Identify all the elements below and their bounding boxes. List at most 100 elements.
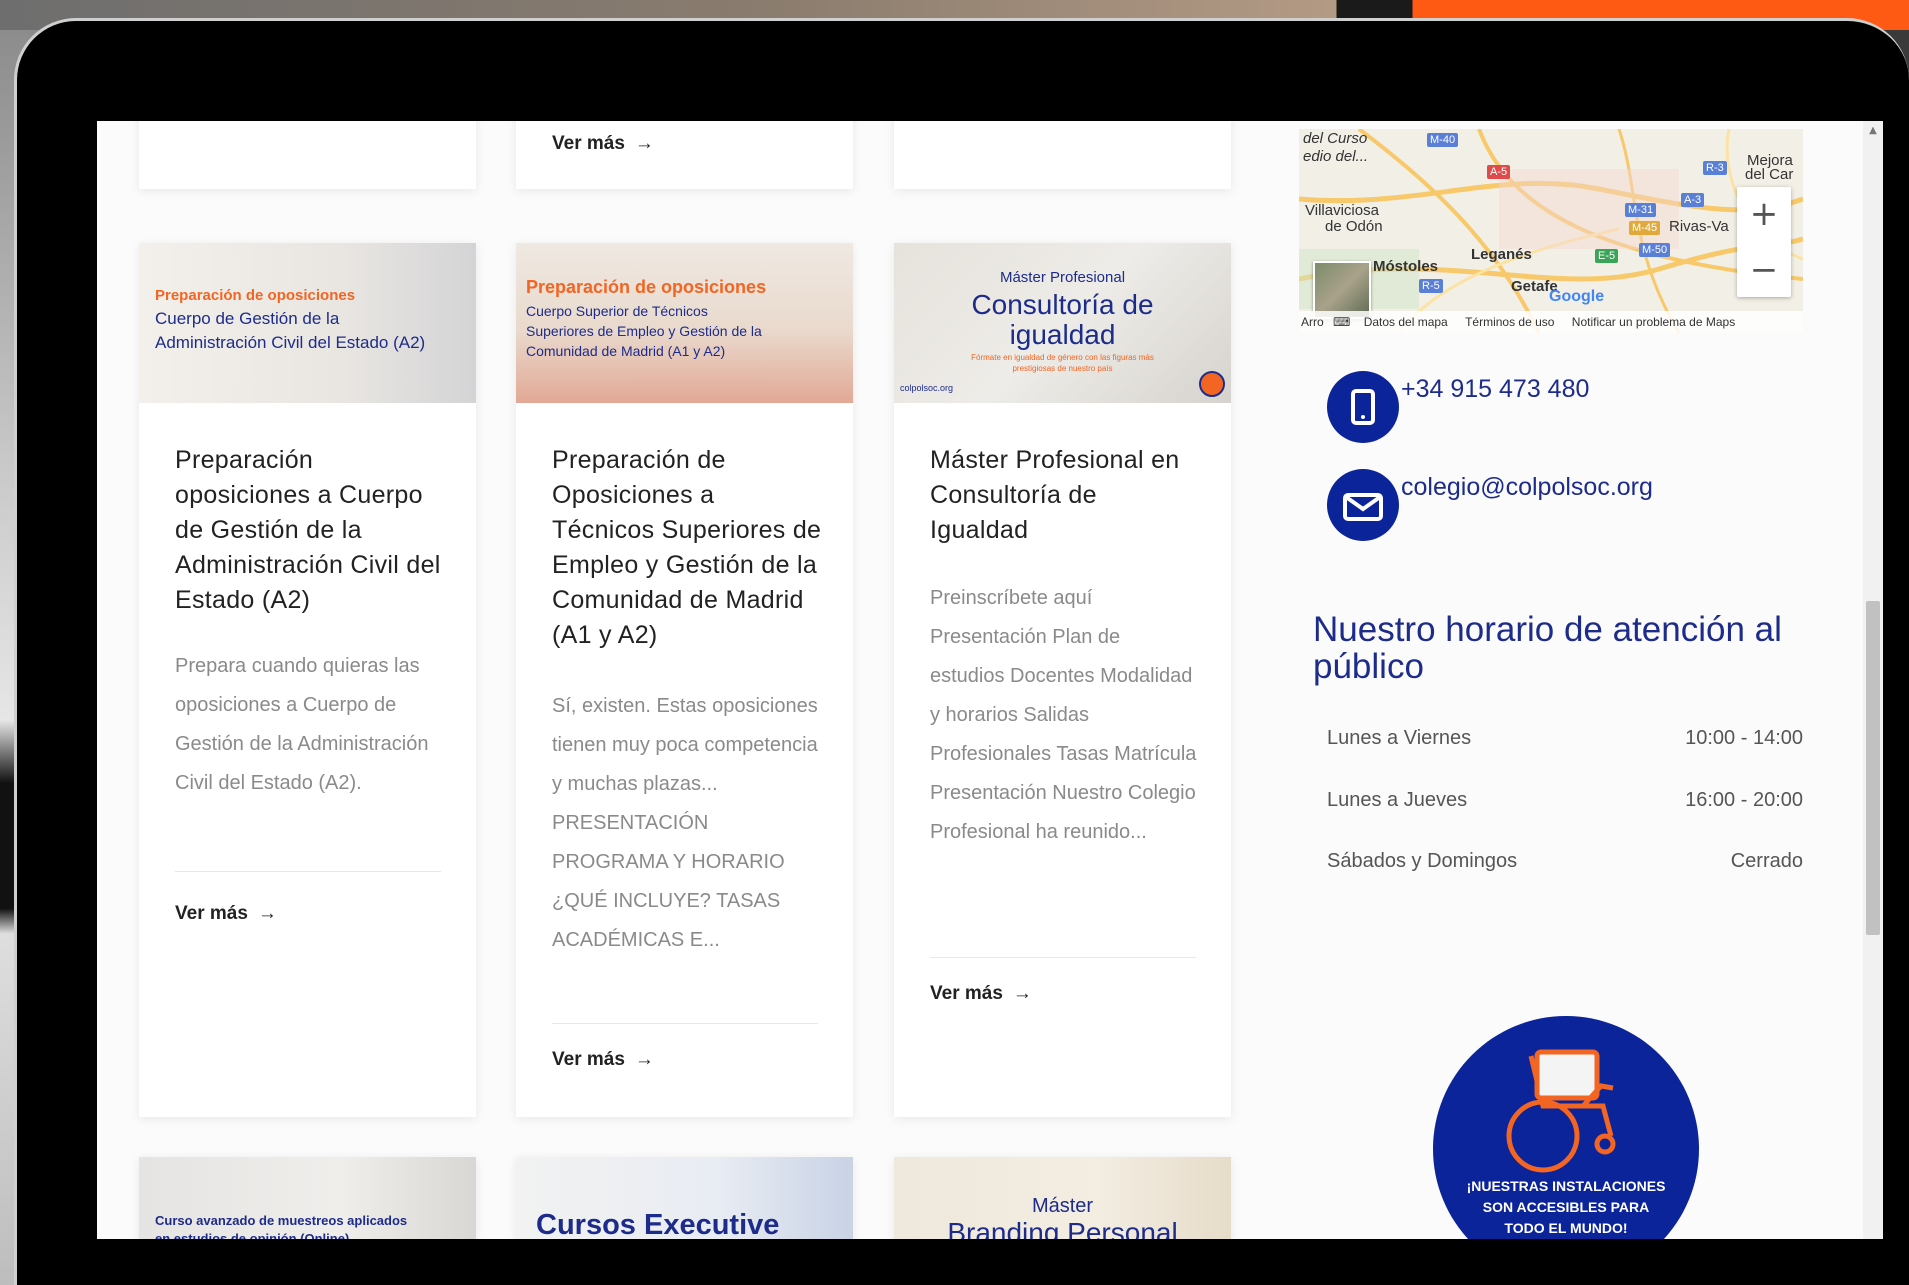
- card-top-2-vermas-link[interactable]: Ver más →: [552, 133, 654, 155]
- course-card-3-vermas-link[interactable]: Ver más →: [930, 983, 1032, 1005]
- map-place-label: Villaviciosa: [1305, 202, 1379, 219]
- accessibility-line: SON ACCESIBLES PARA: [1482, 1199, 1650, 1215]
- course-card-2[interactable]: Preparación de oposiciones Cuerpo Superi…: [516, 243, 853, 1117]
- image-heading: Consultoría de: [971, 289, 1154, 320]
- road-badge: M-40: [1427, 133, 1459, 147]
- scroll-up-arrow-icon[interactable]: ▲: [1863, 121, 1883, 141]
- zoom-out-button[interactable]: −: [1737, 243, 1791, 297]
- course-card-1-image[interactable]: Preparación de oposiciones Cuerpo de Ges…: [139, 243, 476, 403]
- course-card-1[interactable]: Preparación de oposiciones Cuerpo de Ges…: [139, 243, 476, 1117]
- road-badge: M-50: [1639, 243, 1671, 257]
- accessibility-line: TODO EL MUNDO!: [1504, 1220, 1628, 1236]
- course-card-5[interactable]: Cursos Executive: [516, 1157, 853, 1239]
- road-badge: E-5: [1595, 249, 1619, 263]
- image-heading: Curso avanzado de muestreos aplicados: [155, 1213, 408, 1228]
- schedule-heading: Nuestro horario de atención al público: [1313, 610, 1782, 686]
- keyboard-icon[interactable]: ⌨: [1333, 315, 1350, 329]
- accessibility-line: ¡NUESTRAS INSTALACIONES: [1466, 1178, 1666, 1194]
- zoom-in-button[interactable]: +: [1737, 187, 1791, 241]
- divider: [175, 871, 441, 872]
- course-card-4[interactable]: Curso avanzado de muestreos aplicados en…: [139, 1157, 476, 1239]
- phone-link[interactable]: +34 915 473 480: [1401, 375, 1589, 404]
- vermas-label: Ver más: [552, 133, 625, 154]
- map-place-label: de Odón: [1325, 218, 1383, 235]
- image-subtext: Máster: [1031, 1195, 1094, 1217]
- map-zoom-controls: + −: [1737, 187, 1791, 297]
- image-subtext: Máster Profesional: [999, 269, 1126, 286]
- course-card-3[interactable]: Máster Profesional Consultoría de iguald…: [894, 243, 1231, 1117]
- course-card-3-excerpt: Preinscríbete aquí Presentación Plan de …: [930, 587, 1197, 843]
- arrow-right-icon: →: [634, 133, 654, 154]
- google-logo: Google: [1549, 288, 1605, 305]
- course-card-2-image[interactable]: Preparación de oposiciones Cuerpo Superi…: [516, 243, 853, 403]
- schedule-row: Lunes a Viernes 10:00 - 14:00: [1327, 727, 1803, 750]
- course-card-6[interactable]: Máster Branding Personal: [894, 1157, 1231, 1239]
- email-icon: [1327, 469, 1399, 541]
- image-subtext: Cuerpo Superior de Técnicos: [526, 303, 708, 319]
- arrow-right-icon: →: [257, 903, 277, 924]
- accessibility-badge: ¡NUESTRAS INSTALACIONES SON ACCESIBLES P…: [1433, 1016, 1699, 1239]
- map-footer: Arro ⌨ Datos del mapa Términos de uso No…: [1299, 311, 1803, 333]
- image-subtext: en estudios de opinión (Online): [155, 1231, 350, 1239]
- map-place-label: Rivas-Va: [1669, 218, 1729, 235]
- schedule-day: Sábados y Domingos: [1327, 850, 1518, 872]
- arrow-right-icon: →: [1012, 983, 1032, 1004]
- image-subtext: Cuerpo de Gestión de la: [155, 309, 340, 328]
- schedule-row: Sábados y Domingos Cerrado: [1327, 850, 1803, 873]
- course-card-3-image[interactable]: Máster Profesional Consultoría de iguald…: [894, 243, 1231, 403]
- image-tagline: Fórmate en igualdad de género con las fi…: [971, 353, 1154, 362]
- course-card-2-excerpt: Sí, existen. Estas oposiciones tienen mu…: [552, 695, 818, 951]
- image-heading: Cursos Executive: [536, 1209, 780, 1239]
- map-place-label: del Car: [1745, 166, 1794, 183]
- road-badge: R-5: [1419, 279, 1443, 293]
- schedule-day: Lunes a Viernes: [1327, 727, 1472, 749]
- schedule-time: Cerrado: [1730, 850, 1803, 872]
- image-subtext: Comunidad de Madrid (A1 y A2): [526, 343, 726, 359]
- card-top-3: [894, 121, 1231, 189]
- google-map[interactable]: del Curso edio del... Villaviciosa de Od…: [1299, 129, 1803, 333]
- arrow-right-icon: →: [634, 1049, 654, 1070]
- course-card-2-vermas-link[interactable]: Ver más →: [552, 1049, 654, 1071]
- vermas-label: Ver más: [552, 1049, 625, 1070]
- map-place-label: del Curso: [1303, 130, 1368, 147]
- map-terms-link[interactable]: Términos de uso: [1465, 315, 1554, 329]
- image-tagline: prestigiosas de nuestro país: [1012, 364, 1113, 373]
- map-place-label: Móstoles: [1373, 258, 1439, 275]
- image-heading: Branding Personal: [947, 1217, 1178, 1239]
- course-card-1-excerpt: Prepara cuando quieras las oposiciones a…: [175, 655, 429, 794]
- image-heading: igualdad: [1009, 319, 1116, 350]
- course-card-1-vermas-link[interactable]: Ver más →: [175, 903, 277, 925]
- vermas-label: Ver más: [175, 903, 248, 924]
- browser-viewport: Ver más → Preparación de oposiciones Cuer…: [97, 121, 1883, 1239]
- course-card-2-title[interactable]: Preparación de Oposiciones a Técnicos Su…: [552, 443, 822, 653]
- map-place-label: edio del...: [1303, 148, 1369, 165]
- schedule-day: Lunes a Jueves: [1327, 789, 1468, 811]
- divider: [552, 1023, 818, 1024]
- road-badge: A-5: [1487, 165, 1511, 179]
- card-top-2: Ver más →: [516, 121, 853, 189]
- image-logo-text: colpolsoc.org: [900, 383, 954, 393]
- image-subtext: Superiores de Empleo y Gestión de la: [526, 323, 762, 339]
- phone-icon: [1327, 371, 1399, 443]
- scrollbar-thumb[interactable]: [1866, 601, 1880, 935]
- divider: [930, 957, 1196, 958]
- vertical-scrollbar[interactable]: ▲: [1863, 121, 1883, 1239]
- road-badge: A-3: [1681, 193, 1705, 207]
- schedule-row: Lunes a Jueves 16:00 - 20:00: [1327, 789, 1803, 812]
- image-subtext: Administración Civil del Estado (A2): [155, 333, 426, 352]
- map-place-label: Arro: [1301, 315, 1324, 329]
- map-place-label: Leganés: [1471, 246, 1532, 263]
- road-badge: M-45: [1629, 221, 1661, 235]
- image-heading: Preparación de oposiciones: [155, 287, 356, 304]
- course-card-1-title[interactable]: Preparación oposiciones a Cuerpo de Gest…: [175, 443, 445, 618]
- card-top-1: [139, 121, 476, 189]
- road-badge: M-31: [1625, 203, 1657, 217]
- email-link[interactable]: colegio@colpolsoc.org: [1401, 473, 1653, 502]
- accessibility-text: ¡NUESTRAS INSTALACIONES SON ACCESIBLES P…: [1433, 1176, 1699, 1239]
- map-report-link[interactable]: Notificar un problema de Maps: [1572, 315, 1735, 329]
- tablet-frame: Ver más → Preparación de oposiciones Cuer…: [14, 18, 1909, 1285]
- globe-logo-icon: [1199, 371, 1225, 397]
- vermas-label: Ver más: [930, 983, 1003, 1004]
- course-card-3-title[interactable]: Máster Profesional en Consultoría de Igu…: [930, 443, 1200, 548]
- map-data-link[interactable]: Datos del mapa: [1364, 315, 1448, 329]
